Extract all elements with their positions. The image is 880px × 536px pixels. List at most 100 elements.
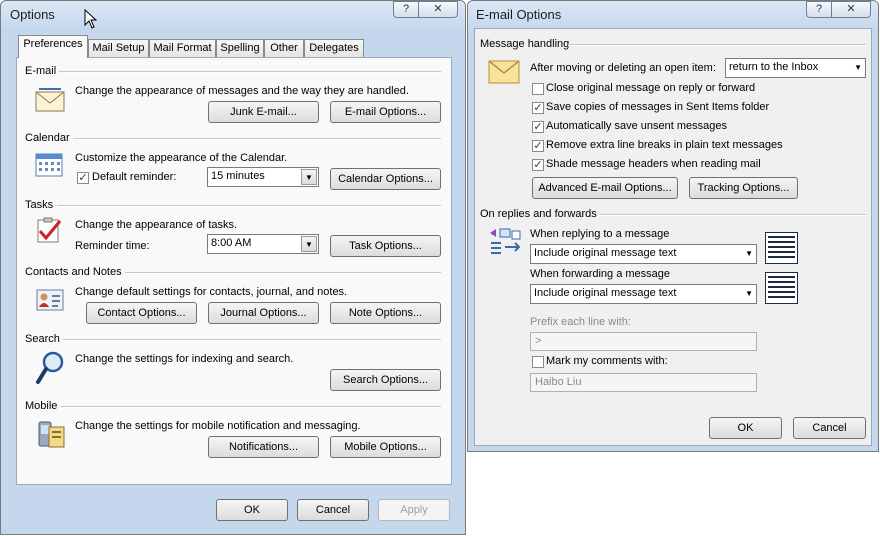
mobile-device-icon xyxy=(38,421,65,448)
options-close-button[interactable]: ✕ xyxy=(418,1,458,18)
cancel-button[interactable]: Cancel xyxy=(297,499,369,521)
after-moving-value: return to the Inbox xyxy=(729,61,819,73)
tab-mail-setup[interactable]: Mail Setup xyxy=(88,39,149,57)
contact-options-button[interactable]: Contact Options... xyxy=(86,302,197,324)
mark-comments-checkbox[interactable] xyxy=(532,356,544,368)
replies-divider xyxy=(600,214,866,216)
default-reminder-value: 15 minutes xyxy=(211,170,265,182)
save-copies-checkbox[interactable]: ✓ xyxy=(532,102,544,114)
message-handling-label: Message handling xyxy=(480,38,570,50)
calendar-description: Customize the appearance of the Calendar… xyxy=(75,152,288,164)
email-options-ok-button[interactable]: OK xyxy=(709,417,782,439)
reminder-time-label: Reminder time: xyxy=(75,240,150,252)
email-options-button[interactable]: E-mail Options... xyxy=(330,101,441,123)
tab-delegates[interactable]: Delegates xyxy=(304,39,364,57)
contact-card-icon xyxy=(36,289,64,311)
replies-section-label: On replies and forwards xyxy=(480,208,597,220)
mark-comments-label: Mark my comments with: xyxy=(546,355,668,367)
close-original-checkbox[interactable] xyxy=(532,83,544,95)
tasks-section-label: Tasks xyxy=(25,199,54,211)
default-reminder-select[interactable]: 15 minutes ▼ xyxy=(207,167,319,187)
envelope-icon xyxy=(488,60,520,84)
contacts-section-label: Contacts and Notes xyxy=(25,266,122,278)
task-checkmark-icon xyxy=(37,217,62,243)
chevron-down-icon[interactable]: ▼ xyxy=(301,169,317,185)
ok-button[interactable]: OK xyxy=(216,499,288,521)
note-options-button[interactable]: Note Options... xyxy=(330,302,441,324)
notifications-button[interactable]: Notifications... xyxy=(208,436,319,458)
default-reminder-checkbox[interactable]: ✓ xyxy=(77,172,89,184)
mouse-cursor-icon xyxy=(84,9,98,29)
options-dialog: Options ? ✕ Preferences Mail Setup Mail … xyxy=(0,0,466,535)
mobile-section-label: Mobile xyxy=(25,400,58,412)
shade-headers-label: Shade message headers when reading mail xyxy=(546,158,761,170)
tab-spelling[interactable]: Spelling xyxy=(216,39,264,57)
options-help-button[interactable]: ? xyxy=(393,1,419,18)
calendar-divider xyxy=(73,138,441,140)
forward-label: When forwarding a message xyxy=(530,268,671,280)
reply-value: Include original message text xyxy=(534,247,677,259)
search-options-button[interactable]: Search Options... xyxy=(330,369,441,391)
prefix-value: > xyxy=(535,335,542,347)
chevron-down-icon[interactable]: ▼ xyxy=(854,61,862,75)
mobile-divider xyxy=(61,406,441,408)
reply-forward-icon xyxy=(490,228,521,254)
chevron-down-icon[interactable]: ▼ xyxy=(745,287,753,301)
shade-headers-checkbox[interactable]: ✓ xyxy=(532,159,544,171)
prefix-input[interactable]: > xyxy=(530,332,757,351)
journal-options-button[interactable]: Journal Options... xyxy=(208,302,319,324)
tracking-options-button[interactable]: Tracking Options... xyxy=(689,177,798,199)
email-description: Change the appearance of messages and th… xyxy=(75,85,409,97)
email-section-label: E-mail xyxy=(25,65,57,77)
task-options-button[interactable]: Task Options... xyxy=(330,235,441,257)
email-divider xyxy=(59,71,441,73)
remove-line-breaks-label: Remove extra line breaks in plain text m… xyxy=(546,139,783,151)
email-options-help-button[interactable]: ? xyxy=(806,1,832,18)
email-options-title: E-mail Options xyxy=(476,7,562,22)
junk-email-button[interactable]: Junk E-mail... xyxy=(208,101,319,123)
mobile-options-button[interactable]: Mobile Options... xyxy=(330,436,441,458)
search-description: Change the settings for indexing and sea… xyxy=(75,353,294,365)
calendar-section-label: Calendar xyxy=(25,132,70,144)
email-options-close-button[interactable]: ✕ xyxy=(831,1,871,18)
autosave-unsent-checkbox[interactable]: ✓ xyxy=(532,121,544,133)
close-original-label: Close original message on reply or forwa… xyxy=(546,82,756,94)
reply-select[interactable]: Include original message text ▼ xyxy=(530,244,757,264)
advanced-email-options-button[interactable]: Advanced E-mail Options... xyxy=(532,177,678,199)
tab-mail-format[interactable]: Mail Format xyxy=(149,39,216,57)
email-options-title-bar[interactable]: E-mail Options ? ✕ xyxy=(468,1,878,29)
search-section-label: Search xyxy=(25,333,60,345)
chevron-down-icon[interactable]: ▼ xyxy=(745,247,753,261)
after-moving-select[interactable]: return to the Inbox ▼ xyxy=(725,58,866,78)
search-divider xyxy=(63,339,441,341)
forward-value: Include original message text xyxy=(534,287,677,299)
calendar-options-button[interactable]: Calendar Options... xyxy=(330,168,441,190)
default-reminder-label: Default reminder: xyxy=(92,171,177,183)
options-title-bar[interactable]: Options ? ✕ xyxy=(1,1,465,29)
after-moving-label: After moving or deleting an open item: xyxy=(530,62,716,74)
tasks-divider xyxy=(57,205,441,207)
calendar-icon xyxy=(35,153,63,177)
forward-select[interactable]: Include original message text ▼ xyxy=(530,284,757,304)
magnifier-icon xyxy=(36,351,64,384)
apply-button[interactable]: Apply xyxy=(378,499,450,521)
save-copies-label: Save copies of messages in Sent Items fo… xyxy=(546,101,770,113)
forward-preview-icon xyxy=(765,272,798,304)
contacts-divider xyxy=(125,272,441,274)
mobile-description: Change the settings for mobile notificat… xyxy=(75,420,361,432)
mark-comments-input[interactable]: Haibo Liu xyxy=(530,373,757,392)
chevron-down-icon[interactable]: ▼ xyxy=(301,236,317,252)
prefix-label: Prefix each line with: xyxy=(530,316,631,328)
tab-preferences[interactable]: Preferences xyxy=(18,35,88,58)
email-options-dialog: E-mail Options ? ✕ Message handling Afte… xyxy=(467,0,879,452)
reminder-time-select[interactable]: 8:00 AM ▼ xyxy=(207,234,319,254)
reminder-time-value: 8:00 AM xyxy=(211,237,252,249)
reply-label: When replying to a message xyxy=(530,228,670,240)
email-options-cancel-button[interactable]: Cancel xyxy=(793,417,866,439)
message-handling-divider xyxy=(568,44,866,46)
reply-preview-icon xyxy=(765,232,798,264)
contacts-description: Change default settings for contacts, jo… xyxy=(75,286,348,298)
tab-other[interactable]: Other xyxy=(264,39,304,57)
remove-line-breaks-checkbox[interactable]: ✓ xyxy=(532,140,544,152)
autosave-unsent-label: Automatically save unsent messages xyxy=(546,120,727,132)
